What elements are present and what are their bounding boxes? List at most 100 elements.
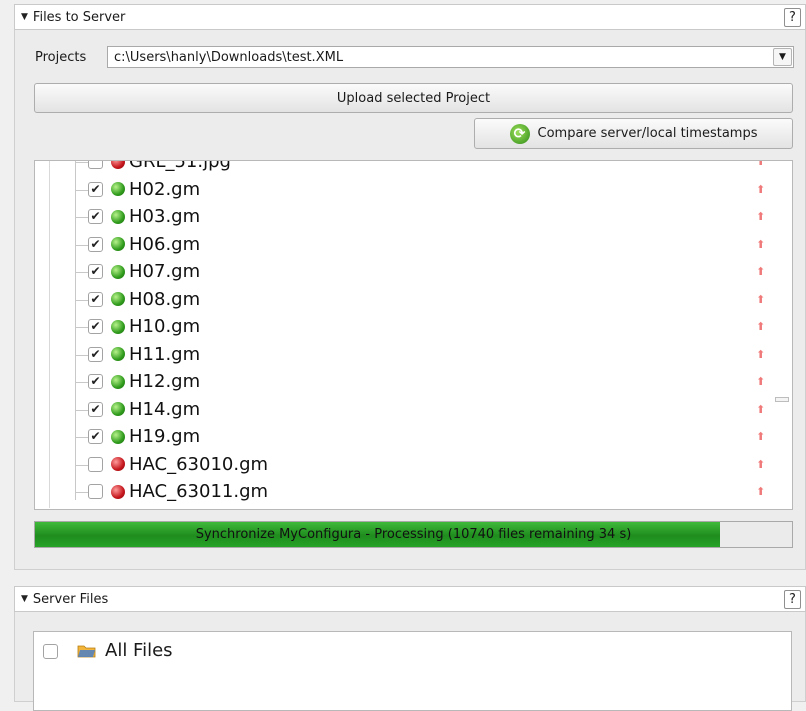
status-green-icon	[111, 292, 125, 307]
file-row[interactable]: ✔ H03.gm ⬆	[35, 203, 775, 231]
file-checkbox[interactable]: ✔	[88, 209, 103, 225]
tree-connector	[75, 437, 88, 438]
file-row[interactable]: ✔ H10.gm ⬆	[35, 313, 775, 341]
file-row[interactable]: ✔ H08.gm ⬆	[35, 286, 775, 314]
file-row[interactable]: ✔ H06.gm ⬆	[35, 231, 775, 259]
projects-label: Projects	[35, 50, 87, 65]
status-green-icon	[111, 429, 125, 444]
progress-label: Synchronize MyConfigura - Processing (10…	[195, 527, 632, 542]
upload-arrow-icon[interactable]: ⬆	[756, 210, 765, 223]
chevron-down-icon[interactable]: ▼	[773, 48, 792, 66]
status-green-icon	[111, 374, 125, 389]
file-row[interactable]: ✔ H02.gm ⬆	[35, 176, 775, 204]
collapse-triangle-icon[interactable]: ▼	[21, 594, 28, 604]
file-row[interactable]: ✔ H19.gm ⬆	[35, 423, 775, 451]
scrollbar-thumb[interactable]	[775, 397, 789, 402]
file-checkbox[interactable]: ✔	[88, 181, 103, 197]
compare-timestamps-button[interactable]: ⟳ Compare server/local timestamps	[474, 118, 793, 149]
file-checkbox[interactable]: ✔	[88, 429, 103, 445]
sync-progress-bar: Synchronize MyConfigura - Processing (10…	[34, 521, 793, 548]
project-select[interactable]: c:\Users\hanly\Downloads\test.XML ▼	[107, 46, 794, 68]
all-files-label: All Files	[105, 640, 173, 661]
file-name: HAC_63010.gm	[129, 453, 269, 475]
upload-button-label: Upload selected Project	[336, 90, 491, 106]
server-help-button[interactable]: ?	[784, 590, 801, 609]
file-checkbox[interactable]	[88, 484, 103, 500]
file-row[interactable]: GRL_51.jpg ⬆	[35, 160, 775, 176]
status-green-icon	[111, 182, 125, 197]
tree-connector	[75, 272, 88, 273]
files-to-server-header[interactable]: ▼ Files to Server ?	[14, 4, 806, 30]
file-name: H06.gm	[129, 233, 201, 255]
file-row[interactable]: ✔ H14.gm ⬆	[35, 396, 775, 424]
status-green-icon	[111, 347, 125, 362]
status-green-icon	[111, 237, 125, 252]
file-row[interactable]: ✔ H11.gm ⬆	[35, 341, 775, 369]
files-to-server-title: Files to Server	[32, 9, 126, 25]
file-name: H12.gm	[129, 371, 201, 393]
tree-connector	[75, 492, 88, 493]
server-file-tree[interactable]: All Files	[33, 631, 792, 711]
upload-arrow-icon[interactable]: ⬆	[756, 293, 765, 306]
file-name: H10.gm	[129, 316, 201, 338]
file-name: H11.gm	[129, 343, 201, 365]
file-checkbox[interactable]: ✔	[88, 236, 103, 252]
status-red-icon	[111, 161, 125, 169]
refresh-icon: ⟳	[509, 123, 530, 144]
tree-connector	[75, 327, 88, 328]
upload-arrow-icon[interactable]: ⬆	[756, 458, 765, 471]
upload-arrow-icon[interactable]: ⬆	[756, 183, 765, 196]
file-name: H03.gm	[129, 206, 201, 228]
upload-project-button[interactable]: Upload selected Project	[34, 83, 793, 113]
file-row[interactable]: HAC_63010.gm ⬆	[35, 451, 775, 479]
tree-connector	[75, 299, 88, 301]
status-red-icon	[111, 484, 125, 499]
file-checkbox[interactable]	[88, 456, 103, 472]
status-green-icon	[111, 319, 125, 334]
local-file-tree[interactable]: GRL_51.jpg ⬆ ✔ H02.gm ⬆ ✔ H03.gm ⬆ ✔ H06.gm ⬆ ✔ H07.…	[34, 160, 793, 510]
status-green-icon	[111, 264, 125, 279]
all-files-checkbox[interactable]	[43, 644, 58, 659]
upload-arrow-icon[interactable]: ⬆	[756, 485, 765, 498]
file-row[interactable]: ✔ H07.gm ⬆	[35, 258, 775, 286]
file-checkbox[interactable]: ✔	[88, 374, 103, 390]
upload-arrow-icon[interactable]: ⬆	[756, 348, 765, 361]
file-checkbox[interactable]: ✔	[88, 291, 103, 307]
file-checkbox[interactable]: ✔	[88, 346, 103, 362]
file-checkbox[interactable]: ✔	[88, 401, 103, 417]
file-checkbox[interactable]: ✔	[88, 264, 103, 280]
file-name: H14.gm	[129, 398, 201, 420]
tree-connector	[75, 244, 88, 246]
files-help-button[interactable]: ?	[784, 8, 801, 27]
folder-icon	[77, 645, 96, 658]
file-row[interactable]: ✔ H12.gm ⬆	[35, 368, 775, 396]
tree-connector	[75, 217, 88, 218]
upload-arrow-icon[interactable]: ⬆	[756, 430, 765, 443]
upload-arrow-icon[interactable]: ⬆	[756, 320, 765, 333]
server-files-header[interactable]: ▼ Server Files ?	[14, 586, 806, 612]
file-name: GRL_51.jpg	[129, 160, 231, 173]
server-files-title: Server Files	[32, 591, 109, 607]
upload-arrow-icon[interactable]: ⬆	[756, 403, 765, 416]
collapse-triangle-icon[interactable]: ▼	[21, 12, 28, 22]
upload-arrow-icon[interactable]: ⬆	[756, 375, 765, 388]
scrollbar[interactable]	[773, 161, 792, 509]
file-row[interactable]: HAC_63011.gm ⬆	[35, 478, 775, 506]
upload-arrow-icon[interactable]: ⬆	[756, 265, 765, 278]
status-green-icon	[111, 402, 125, 417]
file-name: H02.gm	[129, 178, 201, 200]
files-to-server-panel: Projects c:\Users\hanly\Downloads\test.X…	[14, 30, 806, 570]
tree-connector	[75, 382, 88, 383]
upload-arrow-icon[interactable]: ⬆	[756, 238, 765, 251]
tree-connector	[75, 464, 88, 466]
file-checkbox[interactable]: ✔	[88, 319, 103, 335]
file-name: HAC_63011.gm	[129, 481, 269, 503]
project-path-value: c:\Users\hanly\Downloads\test.XML	[114, 49, 344, 65]
compare-button-label: Compare server/local timestamps	[537, 126, 758, 141]
tree-connector	[75, 409, 88, 411]
file-checkbox[interactable]	[88, 161, 103, 170]
tree-connector	[75, 354, 88, 356]
status-red-icon	[111, 457, 125, 472]
status-green-icon	[111, 209, 125, 224]
upload-arrow-icon[interactable]: ⬆	[756, 161, 765, 168]
